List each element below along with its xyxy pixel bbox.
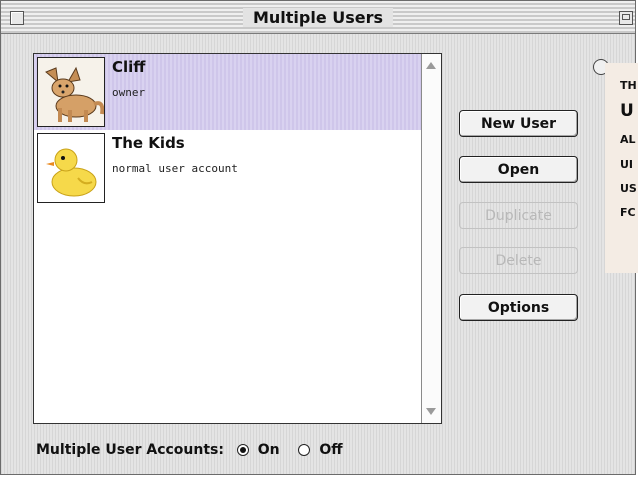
title-bar[interactable]: Multiple Users: [1, 1, 635, 34]
fox-icon: [37, 57, 105, 127]
radio-off-label[interactable]: Off: [319, 442, 342, 458]
user-type-cliff: owner: [112, 86, 146, 99]
user-name-cliff: Cliff: [112, 58, 146, 76]
radio-on[interactable]: [236, 444, 249, 456]
overlay-text-4: UI: [620, 158, 634, 171]
window-title: Multiple Users: [242, 8, 394, 27]
new-user-button[interactable]: New User: [459, 110, 578, 137]
open-button[interactable]: Open: [459, 156, 578, 183]
close-box-icon[interactable]: [10, 11, 24, 25]
user-type-the-kids: normal user account: [112, 162, 238, 175]
list-item-cliff[interactable]: Cliff owner: [34, 54, 421, 130]
zoom-box-icon[interactable]: [619, 11, 633, 25]
multiple-users-window: Multiple Users Cliff owner The Kids norm…: [0, 0, 638, 475]
radio-on-label[interactable]: On: [258, 442, 280, 458]
radio-off[interactable]: [298, 444, 311, 456]
scroll-up-arrow-icon[interactable]: [426, 62, 436, 69]
overlay-text-5: US: [620, 182, 637, 195]
user-list[interactable]: Cliff owner The Kids normal user account: [33, 53, 442, 424]
user-list-scrollbar[interactable]: [421, 54, 441, 423]
clipped-overlay-panel: TH U AL UI US FC: [605, 63, 638, 273]
scroll-down-arrow-icon[interactable]: [426, 408, 436, 415]
options-button[interactable]: Options: [459, 294, 578, 321]
overlay-text-6: FC: [620, 206, 636, 219]
overlay-text-3: AL: [620, 133, 636, 146]
user-name-the-kids: The Kids: [112, 134, 185, 152]
delete-button[interactable]: Delete: [459, 247, 578, 274]
list-item-the-kids[interactable]: The Kids normal user account: [34, 130, 421, 206]
duplicate-button[interactable]: Duplicate: [459, 202, 578, 229]
multiple-user-accounts-label: Multiple User Accounts:: [36, 442, 224, 458]
overlay-text-1: TH: [620, 79, 637, 92]
multiple-user-accounts-control: Multiple User Accounts: On Off: [36, 442, 343, 458]
rubber-duck-icon: [37, 133, 105, 203]
overlay-text-2: U: [620, 101, 634, 121]
user-list-items: Cliff owner The Kids normal user account: [34, 54, 421, 423]
